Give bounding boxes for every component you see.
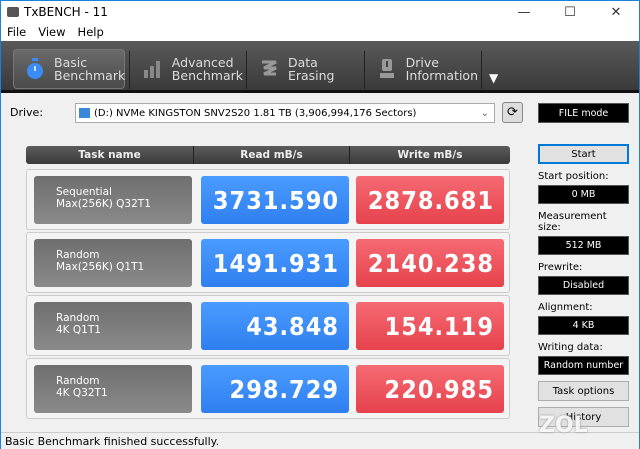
read-value: 298.729 xyxy=(201,365,349,413)
menu-bar: File View Help xyxy=(1,23,639,41)
write-value: 2878.681 xyxy=(356,176,504,224)
tab-drive-information[interactable]: Drive Information xyxy=(366,49,478,89)
start-position-label: Start position: xyxy=(538,171,609,182)
menu-view[interactable]: View xyxy=(38,25,65,39)
alignment-label: Alignment: xyxy=(538,302,593,313)
drive-icon xyxy=(79,108,90,118)
read-value: 3731.590 xyxy=(201,176,349,224)
task-button[interactable]: Random 4K Q32T1 xyxy=(34,365,192,413)
maximize-button[interactable]: ☐ xyxy=(547,1,593,23)
task-name: Random xyxy=(56,312,100,324)
toolbar: Basic Benchmark Advanced Benchmark Data Er… xyxy=(1,41,639,93)
close-button[interactable]: ✕ xyxy=(593,1,639,23)
task-button[interactable]: Random 4K Q1T1 xyxy=(34,302,192,350)
chevron-down-icon: ⌄ xyxy=(480,107,489,119)
task-name: Random xyxy=(56,375,100,387)
refresh-button[interactable]: ⟳ xyxy=(502,102,523,123)
task-button[interactable]: Random Max(256K) Q1T1 xyxy=(34,239,192,287)
measurement-size-field[interactable]: 512 MB xyxy=(538,236,629,255)
table-row: Random Max(256K) Q1T1 1491.931 2140.238 xyxy=(26,232,510,293)
tab-basic-benchmark[interactable]: Basic Benchmark xyxy=(13,49,125,89)
minimize-button[interactable]: — xyxy=(501,1,547,23)
bar-chart-icon xyxy=(143,58,162,80)
prewrite-label: Prewrite: xyxy=(538,262,583,273)
task-params: Max(256K) Q32T1 xyxy=(56,198,151,210)
header-write: Write mB/s xyxy=(397,149,463,161)
more-tabs-dropdown-icon[interactable]: ▼ xyxy=(489,71,498,85)
header-task-name: Task name xyxy=(26,146,194,164)
window-title: TxBENCH - 11 xyxy=(24,5,108,19)
divider xyxy=(129,51,130,89)
start-position-field[interactable]: 0 MB xyxy=(538,185,629,204)
tab-data-erasing[interactable]: Data Erasing xyxy=(248,49,360,89)
tab-label: Data Erasing xyxy=(287,55,335,83)
app-icon xyxy=(7,7,19,17)
menu-help[interactable]: Help xyxy=(78,25,104,39)
eraser-icon xyxy=(260,58,278,80)
drive-label: Drive: xyxy=(10,106,44,119)
divider xyxy=(481,51,482,89)
drive-value: (D:) NVMe KINGSTON SNV2S20 1.81 TB (3,90… xyxy=(94,107,417,119)
stopwatch-icon xyxy=(26,58,44,80)
table-header: Task name Read mB/s Write mB/s xyxy=(26,146,510,164)
task-name: Random xyxy=(56,249,100,261)
menu-file[interactable]: File xyxy=(7,25,26,39)
read-value: 1491.931 xyxy=(201,239,349,287)
tab-label: Information xyxy=(405,68,478,83)
task-options-button[interactable]: Task options xyxy=(538,381,629,401)
title-bar: TxBENCH - 11 — ☐ ✕ xyxy=(1,1,639,23)
prewrite-field[interactable]: Disabled xyxy=(538,276,629,295)
write-value: 154.119 xyxy=(356,302,504,350)
tab-label: Benchmark xyxy=(171,68,243,83)
task-params: 4K Q32T1 xyxy=(56,387,108,399)
app-window: TxBENCH - 11 — ☐ ✕ File View Help Basic B… xyxy=(0,0,640,449)
task-params: 4K Q1T1 xyxy=(56,324,101,336)
read-value: 43.848 xyxy=(201,302,349,350)
measurement-size-label: Measurement size: xyxy=(538,211,607,233)
settings-panel: Start Start position: 0 MB Measurement s… xyxy=(538,144,629,427)
table-row: Random 4K Q32T1 298.729 220.985 xyxy=(26,358,510,419)
task-name: Sequential xyxy=(56,186,112,198)
divider xyxy=(364,51,365,89)
table-row: Sequential Max(256K) Q32T1 3731.590 2878.… xyxy=(26,169,510,230)
drive-row: Drive: (D:) NVMe KINGSTON SNV2S20 1.81 T… xyxy=(1,101,639,125)
alignment-field[interactable]: 4 KB xyxy=(538,316,629,335)
write-value: 220.985 xyxy=(356,365,504,413)
drive-info-icon xyxy=(378,58,396,80)
divider xyxy=(246,51,247,89)
watermark-logo: ZOL xyxy=(539,413,588,438)
start-button[interactable]: Start xyxy=(538,144,629,164)
writing-data-label: Writing data: xyxy=(538,342,603,353)
table-row: Random 4K Q1T1 43.848 154.119 xyxy=(26,295,510,356)
drive-select[interactable]: (D:) NVMe KINGSTON SNV2S20 1.81 TB (3,90… xyxy=(75,103,495,123)
header-read: Read mB/s xyxy=(194,146,350,164)
write-value: 2140.238 xyxy=(356,239,504,287)
tab-label: Benchmark xyxy=(54,68,126,83)
file-mode-indicator[interactable]: FILE mode xyxy=(538,103,629,123)
tab-advanced-benchmark[interactable]: Advanced Benchmark xyxy=(131,49,243,89)
task-params: Max(256K) Q1T1 xyxy=(56,261,145,273)
task-button[interactable]: Sequential Max(256K) Q32T1 xyxy=(34,176,192,224)
writing-data-field[interactable]: Random number xyxy=(538,356,629,375)
